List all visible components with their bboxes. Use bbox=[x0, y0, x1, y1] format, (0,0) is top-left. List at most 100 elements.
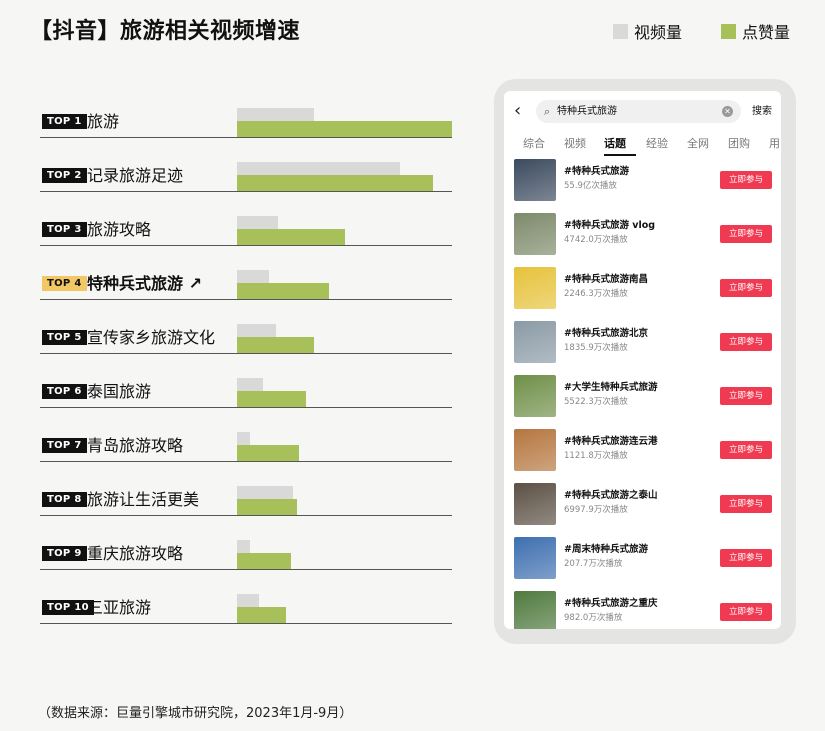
topic-title: #特种兵式旅游之重庆 bbox=[564, 598, 658, 609]
row-baseline bbox=[40, 623, 452, 624]
chart-row: TOP 3 旅游攻略 bbox=[40, 192, 452, 246]
trend-arrow-icon: ↗ bbox=[183, 274, 202, 293]
topic-thumbnail bbox=[514, 267, 556, 309]
topic-thumbnail bbox=[514, 213, 556, 255]
list-item[interactable]: #大学生特种兵式旅游 5522.3万次播放 立即参与 bbox=[504, 375, 781, 427]
category-label: 重庆旅游攻略 bbox=[87, 544, 184, 563]
tab-3[interactable]: 经验 bbox=[646, 135, 668, 151]
tab-bar: 综合 视频 话题 经验 全网 团购 用 bbox=[504, 135, 781, 156]
bar-likes bbox=[237, 337, 315, 353]
rank-badge: TOP 4 bbox=[42, 276, 87, 291]
topic-play-count: 207.7万次播放 bbox=[564, 559, 623, 569]
rank-badge: TOP 6 bbox=[42, 384, 87, 399]
rank-badge: TOP 1 bbox=[42, 114, 87, 129]
legend-likes-label: 点赞量 bbox=[742, 23, 791, 42]
rank-badge: TOP 2 bbox=[42, 168, 87, 183]
topic-title: #大学生特种兵式旅游 bbox=[564, 382, 658, 393]
search-icon: ⌕ bbox=[544, 105, 551, 118]
bar-likes bbox=[237, 553, 291, 569]
topic-play-count: 1835.9万次播放 bbox=[564, 343, 628, 353]
search-query: 特种兵式旅游 bbox=[557, 106, 617, 117]
join-button[interactable]: 立即参与 bbox=[720, 603, 772, 621]
topic-play-count: 5522.3万次播放 bbox=[564, 397, 628, 407]
active-tab-underline bbox=[604, 154, 636, 156]
bar-likes bbox=[237, 391, 306, 407]
list-item[interactable]: #特种兵式旅游 vlog 4742.0万次播放 立即参与 bbox=[504, 213, 781, 265]
topic-play-count: 4742.0万次播放 bbox=[564, 235, 628, 245]
legend-likes-swatch bbox=[721, 23, 736, 39]
topic-title: #特种兵式旅游南昌 bbox=[564, 274, 648, 285]
topic-thumbnail bbox=[514, 537, 556, 579]
topic-play-count: 6997.9万次播放 bbox=[564, 505, 628, 515]
bar-likes bbox=[237, 229, 345, 245]
search-input[interactable]: ⌕ 特种兵式旅游 ✕ bbox=[536, 100, 741, 123]
chart-row: TOP 7 青岛旅游攻略 bbox=[40, 408, 452, 462]
topic-thumbnail bbox=[514, 429, 556, 471]
list-item[interactable]: #特种兵式旅游之泰山 6997.9万次播放 立即参与 bbox=[504, 483, 781, 535]
topic-title: #特种兵式旅游 bbox=[564, 166, 629, 177]
bar-likes bbox=[237, 283, 330, 299]
rank-badge: TOP 7 bbox=[42, 438, 87, 453]
chart-row: TOP 5 宣传家乡旅游文化 bbox=[40, 300, 452, 354]
topic-thumbnail bbox=[514, 591, 556, 629]
chart-row: TOP 2 记录旅游足迹 bbox=[40, 138, 452, 192]
legend-views: 视频量 bbox=[613, 19, 682, 43]
join-button[interactable]: 立即参与 bbox=[720, 441, 772, 459]
bar-likes bbox=[237, 499, 298, 515]
topic-play-count: 1121.8万次播放 bbox=[564, 451, 628, 461]
chart-row: TOP 8 旅游让生活更美 bbox=[40, 462, 452, 516]
rank-badge: TOP 3 bbox=[42, 222, 87, 237]
tab-2[interactable]: 话题 bbox=[604, 135, 626, 151]
list-item[interactable]: #特种兵式旅游之重庆 982.0万次播放 立即参与 bbox=[504, 591, 781, 629]
category-label: 特种兵式旅游 ↗ bbox=[87, 274, 202, 293]
topic-title: #特种兵式旅游北京 bbox=[564, 328, 648, 339]
tab-1[interactable]: 视频 bbox=[564, 135, 586, 151]
bar-likes bbox=[237, 445, 300, 461]
search-bar: ‹ ⌕ 特种兵式旅游 ✕ 搜索 bbox=[504, 97, 781, 125]
topic-title: #特种兵式旅游连云港 bbox=[564, 436, 658, 447]
topic-play-count: 55.9亿次播放 bbox=[564, 181, 617, 191]
category-label: 三亚旅游 bbox=[87, 598, 152, 617]
tab-5[interactable]: 团购 bbox=[728, 135, 750, 151]
join-button[interactable]: 立即参与 bbox=[720, 387, 772, 405]
topic-title: #特种兵式旅游 vlog bbox=[564, 220, 656, 231]
bar-likes bbox=[237, 175, 433, 191]
chart-row: TOP 10 三亚旅游 bbox=[40, 570, 452, 624]
list-item[interactable]: #周末特种兵式旅游 207.7万次播放 立即参与 bbox=[504, 537, 781, 589]
topic-thumbnail bbox=[514, 159, 556, 201]
clear-icon[interactable]: ✕ bbox=[722, 106, 733, 117]
topic-thumbnail bbox=[514, 321, 556, 363]
bar-likes bbox=[237, 607, 287, 623]
data-source-note: （数据来源：巨量引擎城市研究院，2023年1月-9月） bbox=[38, 706, 353, 721]
join-button[interactable]: 立即参与 bbox=[720, 333, 772, 351]
topic-thumbnail bbox=[514, 375, 556, 417]
rank-badge: TOP 5 bbox=[42, 330, 87, 345]
list-item[interactable]: #特种兵式旅游 55.9亿次播放 立即参与 bbox=[504, 159, 781, 211]
search-button[interactable]: 搜索 bbox=[752, 100, 772, 123]
chart-row: TOP 1 旅游 bbox=[40, 84, 452, 138]
join-button[interactable]: 立即参与 bbox=[720, 495, 772, 513]
phone-screen: ‹ ⌕ 特种兵式旅游 ✕ 搜索 综合 视频 话题 经验 全网 团购 用 #特种兵式旅游 55.… bbox=[504, 91, 781, 629]
tab-6[interactable]: 用 bbox=[769, 135, 780, 151]
category-label: 泰国旅游 bbox=[87, 382, 152, 401]
join-button[interactable]: 立即参与 bbox=[720, 225, 772, 243]
chart-row: TOP 9 重庆旅游攻略 bbox=[40, 516, 452, 570]
list-item[interactable]: #特种兵式旅游北京 1835.9万次播放 立即参与 bbox=[504, 321, 781, 373]
join-button[interactable]: 立即参与 bbox=[720, 171, 772, 189]
topic-play-count: 2246.3万次播放 bbox=[564, 289, 628, 299]
list-item[interactable]: #特种兵式旅游南昌 2246.3万次播放 立即参与 bbox=[504, 267, 781, 319]
tab-0[interactable]: 综合 bbox=[523, 135, 545, 151]
back-chevron-icon[interactable]: ‹ bbox=[514, 100, 521, 121]
join-button[interactable]: 立即参与 bbox=[720, 549, 772, 567]
category-label: 记录旅游足迹 bbox=[87, 166, 184, 185]
rank-badge: TOP 9 bbox=[42, 546, 87, 561]
page-title: 【抖音】旅游相关视频增速 bbox=[30, 19, 301, 44]
topic-thumbnail bbox=[514, 483, 556, 525]
phone-mockup: ‹ ⌕ 特种兵式旅游 ✕ 搜索 综合 视频 话题 经验 全网 团购 用 #特种兵式旅游 55.… bbox=[494, 79, 796, 644]
tab-4[interactable]: 全网 bbox=[687, 135, 709, 151]
join-button[interactable]: 立即参与 bbox=[720, 279, 772, 297]
topic-play-count: 982.0万次播放 bbox=[564, 613, 623, 623]
list-item[interactable]: #特种兵式旅游连云港 1121.8万次播放 立即参与 bbox=[504, 429, 781, 481]
topic-title: #特种兵式旅游之泰山 bbox=[564, 490, 658, 501]
category-label: 旅游 bbox=[87, 112, 120, 131]
